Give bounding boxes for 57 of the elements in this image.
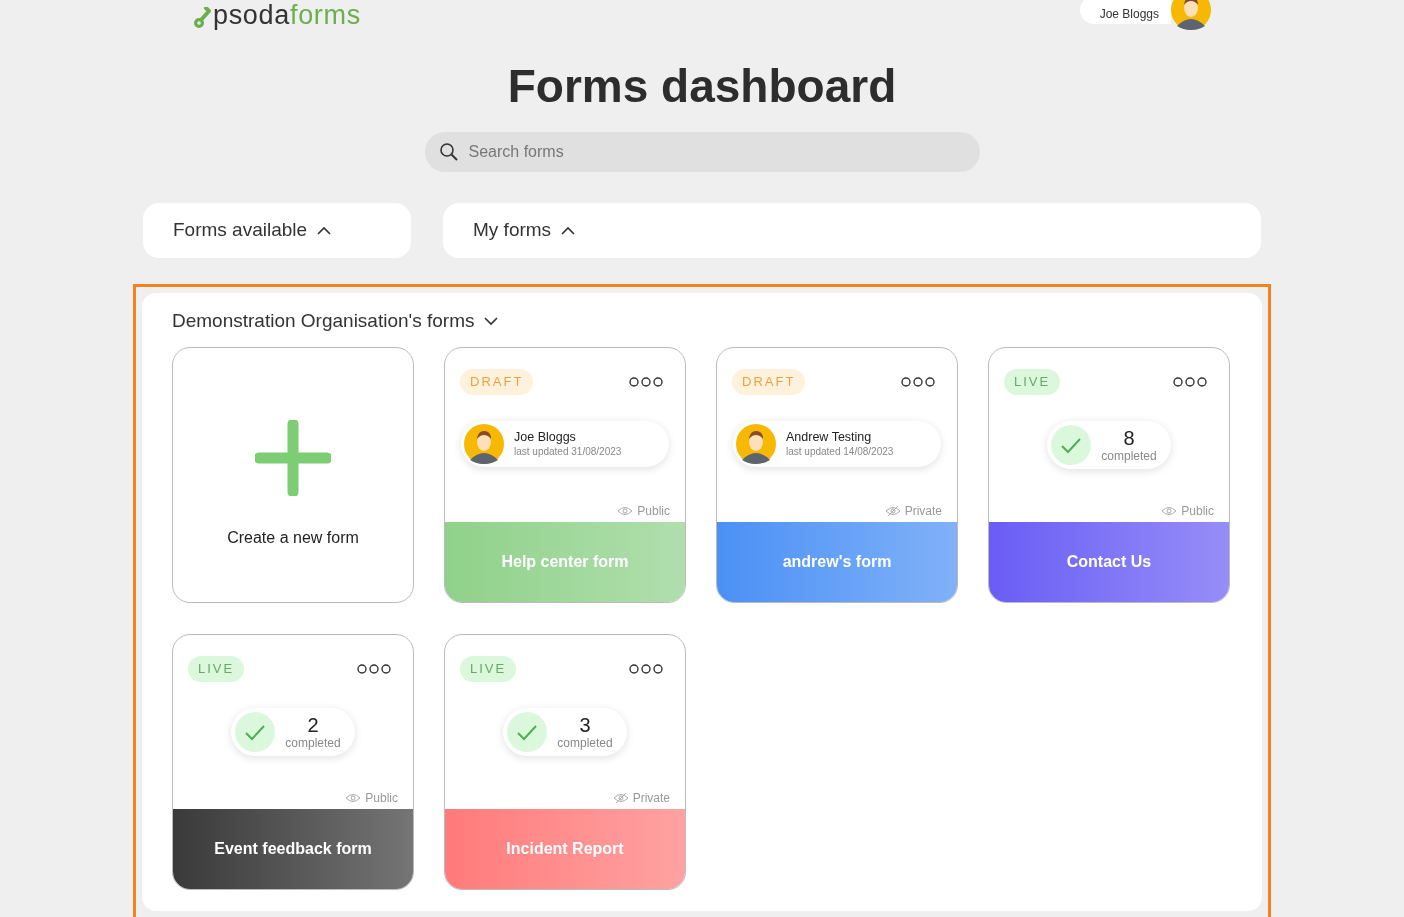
completed-label: completed — [285, 735, 341, 750]
caret-up-icon — [561, 226, 576, 235]
status-badge: LIVE — [188, 656, 245, 682]
visibility-label: Private — [632, 790, 670, 807]
form-card[interactable]: LIVE 3 completed Private Incident Report — [444, 634, 686, 890]
filter-toggle[interactable]: My forms — [443, 203, 1261, 258]
form-title-bar[interactable]: Event feedback form — [173, 809, 413, 889]
completed-count: 2 — [307, 713, 319, 736]
key-icon — [193, 7, 211, 29]
check-icon — [507, 711, 548, 752]
updated-date: last updated 31/08/2023 — [514, 444, 622, 458]
completed-label: completed — [1101, 448, 1157, 463]
check-icon — [235, 711, 276, 752]
filter-toggle[interactable]: Forms available — [143, 203, 411, 258]
form-card[interactable]: DRAFT Andrew Testing last updated 14/08/2023 Private andrew's form — [716, 347, 958, 603]
page-title: Forms dashboard — [506, 59, 898, 114]
user-name[interactable]: Joe Bloggs — [1079, 0, 1171, 24]
visibility-label: Public — [1181, 503, 1214, 520]
plus-icon — [255, 420, 331, 496]
eye-slash-icon — [612, 793, 629, 803]
avatar-icon — [1171, 0, 1211, 30]
visibility-label: Private — [904, 503, 942, 520]
form-card[interactable]: DRAFT Joe Bloggs last updated 31/08/2023 Public Help center form — [444, 347, 686, 603]
owner-name: Joe Bloggs — [514, 429, 577, 445]
more-icon[interactable] — [629, 663, 663, 674]
status-badge: DRAFT — [732, 369, 806, 395]
form-title-bar[interactable]: Contact Us — [989, 522, 1229, 602]
owner-name: Andrew Testing — [786, 429, 873, 445]
form-card[interactable]: LIVE 8 completed Public Contact Us — [988, 347, 1230, 603]
status-badge: DRAFT — [460, 369, 534, 395]
search-icon — [438, 142, 459, 162]
eye-icon — [1161, 506, 1178, 516]
form-card[interactable]: LIVE 2 completed Public Event feedback form — [172, 634, 414, 890]
caret-up-icon — [317, 226, 332, 235]
avatar-icon — [464, 423, 504, 464]
eye-slash-icon — [884, 506, 901, 516]
section-toggle[interactable]: Demonstration Organisation's forms — [172, 307, 499, 335]
eye-icon — [345, 793, 362, 803]
more-icon[interactable] — [901, 376, 935, 387]
visibility-label: Public — [637, 503, 670, 520]
completed-count: 8 — [1123, 426, 1135, 449]
check-icon — [1051, 424, 1092, 465]
status-badge: LIVE — [460, 656, 517, 682]
more-icon[interactable] — [1173, 376, 1207, 387]
search-field[interactable]: Search forms — [424, 132, 980, 172]
visibility-label: Public — [365, 790, 398, 807]
more-icon[interactable] — [629, 376, 663, 387]
eye-icon — [617, 506, 634, 516]
updated-date: last updated 14/08/2023 — [786, 444, 894, 458]
status-badge: LIVE — [1004, 369, 1061, 395]
avatar-icon — [736, 423, 776, 464]
caret-down-icon — [484, 316, 499, 326]
more-icon[interactable] — [357, 663, 391, 674]
completed-count: 3 — [579, 713, 591, 736]
completed-label: completed — [557, 735, 613, 750]
create-form-card[interactable]: Create a new form — [172, 347, 414, 603]
logo-text: psodaforms — [213, 1, 361, 29]
